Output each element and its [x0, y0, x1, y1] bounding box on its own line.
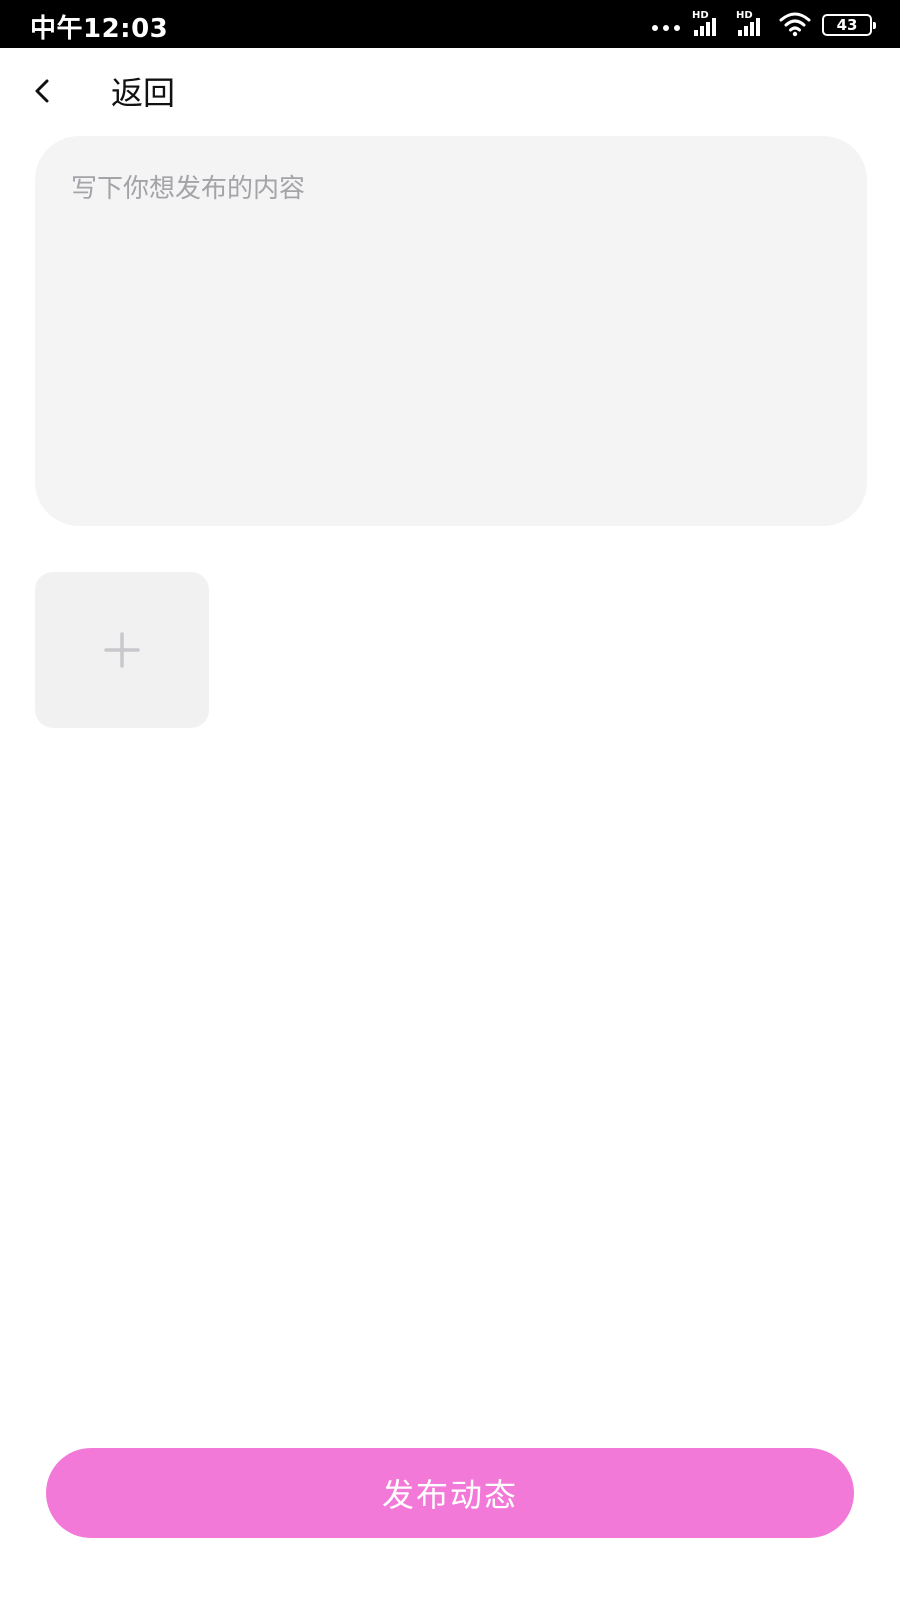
back-button[interactable]: 返回 [20, 66, 190, 116]
add-image-button[interactable] [35, 572, 209, 728]
post-content-input[interactable] [35, 136, 867, 526]
status-bar: 中午12:03 HD HD 43 [0, 0, 900, 48]
nav-bar: 返回 [0, 48, 900, 132]
plus-icon [104, 632, 140, 668]
battery-icon: 43 [822, 14, 876, 36]
publish-button[interactable]: 发布动态 [46, 1448, 854, 1538]
status-time: 中午12:03 [30, 14, 169, 44]
status-icons: HD HD 43 [652, 8, 876, 40]
back-label[interactable]: 返回 [111, 68, 175, 114]
more-dots-icon [652, 25, 680, 31]
signal-icon: HD [690, 10, 724, 38]
wifi-icon [779, 12, 811, 37]
chevron-left-icon[interactable] [20, 68, 66, 114]
signal-icon: HD [734, 10, 768, 38]
post-content-box[interactable] [35, 136, 867, 526]
battery-level: 43 [836, 16, 858, 34]
